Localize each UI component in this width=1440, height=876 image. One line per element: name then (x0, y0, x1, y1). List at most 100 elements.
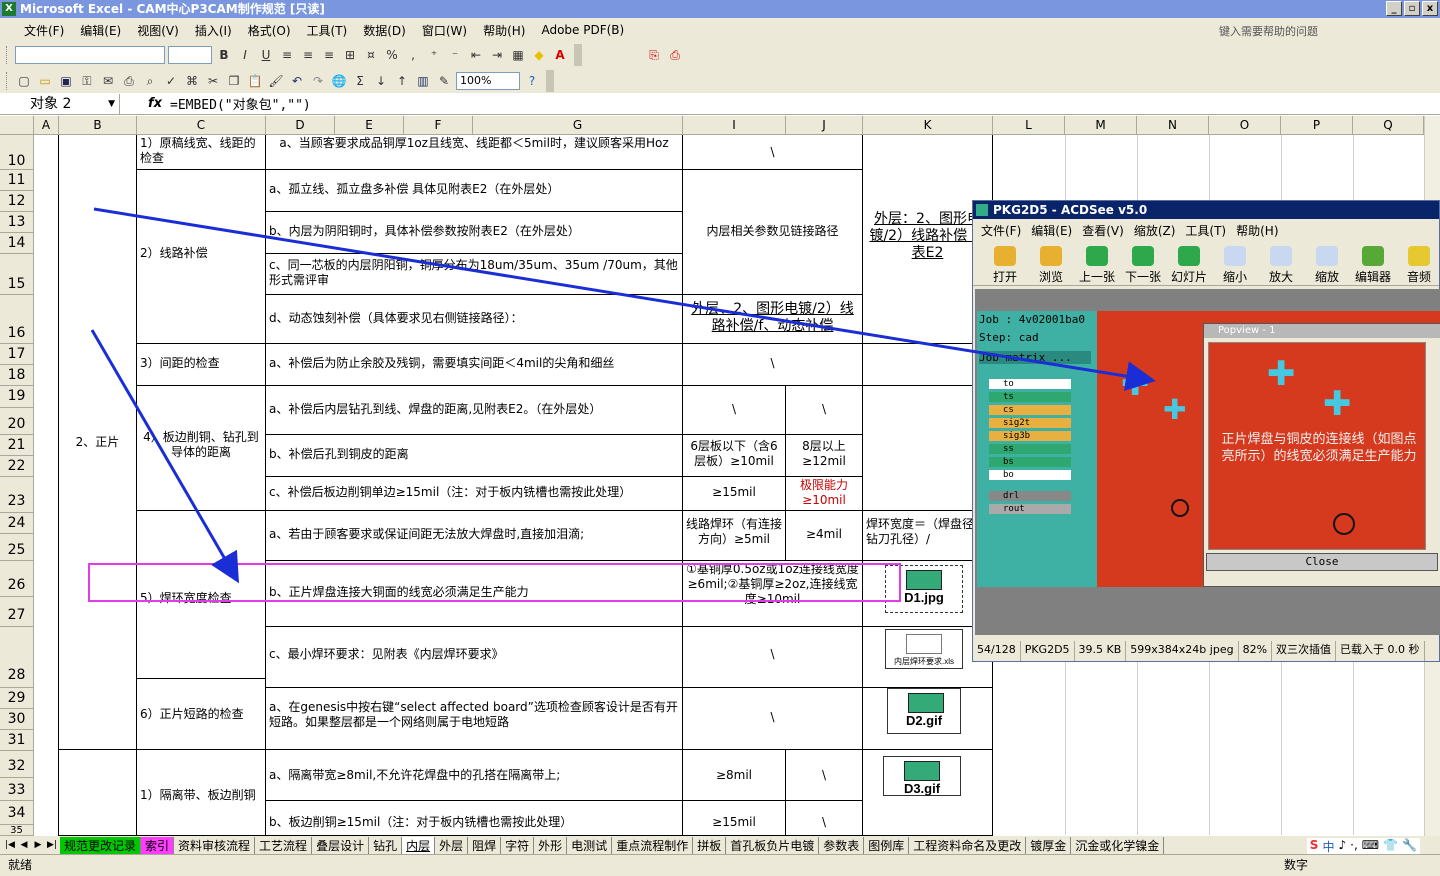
acdsee-menu-tools[interactable]: 工具(T) (1185, 222, 1226, 239)
cell-d19[interactable]: a、补偿后内层钻孔到线、焊盘的距离,见附表E2。（在外层处） (266, 386, 683, 435)
cell-d23[interactable]: c、补偿后板边削铜单边≥15mil（注：对于板内铣槽也需按此处理） (266, 477, 683, 511)
italic-icon[interactable]: I (236, 46, 254, 64)
name-box[interactable]: 对象 2 ▼ (0, 93, 120, 114)
email-icon[interactable]: ✉ (99, 72, 117, 90)
row-header[interactable]: 15 (0, 254, 34, 295)
acdsee-audio-button[interactable]: 音频 (1399, 246, 1439, 285)
acdsee-zoom-in-button[interactable]: 放大 (1261, 246, 1301, 285)
sheet-tab[interactable]: 首孔板负片电镀 (726, 836, 820, 854)
row-header[interactable]: 13 (0, 212, 34, 233)
copy-icon[interactable]: ❐ (225, 72, 243, 90)
col-header-i[interactable]: I (683, 116, 786, 135)
popview-window[interactable]: Popview - 1 ✚ ✚ 正片焊盘与铜皮的连接线（如图点亮所示）的线宽必须… (1203, 323, 1440, 587)
borders-icon[interactable]: ▦ (509, 46, 527, 64)
link-dynamic-comp[interactable]: 外层、2、图形电镀/2）线路补偿/f、动态补偿 (683, 295, 863, 344)
prev-sheet-icon[interactable]: ◀ (18, 840, 30, 850)
decrease-indent-icon[interactable]: ⇤ (467, 46, 485, 64)
new-icon[interactable]: ▢ (15, 72, 33, 90)
col-header-d[interactable]: D (266, 116, 335, 135)
acdsee-slideshow-button[interactable]: 幻灯片 (1169, 246, 1209, 285)
sheet-tab[interactable]: 电测试 (567, 836, 613, 854)
cell-d32[interactable]: a、隔离带宽≥8mil,不允许花焊盘中的孔搭在隔离带上; (266, 750, 683, 801)
sheet-tab[interactable]: 外形 (534, 836, 568, 854)
undo-icon[interactable]: ↶ (288, 72, 306, 90)
row-header[interactable]: 28 (0, 627, 34, 688)
cell-d21[interactable]: b、补偿后孔到铜皮的距离 (266, 435, 683, 477)
sheet-tab[interactable]: 索引 (141, 836, 175, 854)
cell-d17[interactable]: a、补偿后为防止余胶及残铜，需要填实间距＜4mil的尖角和细丝 (266, 344, 683, 386)
cell-j21[interactable]: 8层以上≥12mil (786, 435, 863, 477)
row-header[interactable]: 31 (0, 730, 34, 751)
col-header-l[interactable]: L (993, 116, 1065, 135)
cell-d15[interactable]: c、同一芯板的内层阴阳铜，铜厚分布为18um/35um、35um /70um，其… (266, 254, 683, 295)
select-all-corner[interactable] (0, 116, 34, 135)
cell-i23[interactable]: ≥15mil (683, 477, 786, 511)
cell-c32[interactable]: 1）隔离带、板边削铜 (137, 750, 266, 836)
menu-tools[interactable]: 工具(T) (301, 20, 354, 41)
merge-center-icon[interactable]: ⊞ (341, 46, 359, 64)
cell-i19[interactable]: \ (683, 386, 786, 435)
sheet-tab[interactable]: 工程资料命名及更改 (909, 836, 1027, 854)
cell-i24[interactable]: 线路焊环（有连接方向）≥5mil (683, 511, 786, 561)
cell-j32[interactable]: \ (786, 750, 863, 801)
row-header[interactable]: 29 (0, 688, 34, 709)
row-header[interactable]: 17 (0, 344, 34, 365)
col-header-f[interactable]: F (404, 116, 473, 135)
cell-j34[interactable]: \ (786, 801, 863, 836)
cell-i29[interactable]: \ (683, 688, 863, 750)
help-search-input[interactable]: 键入需要帮助的问题 (1214, 21, 1384, 39)
close-button[interactable]: x (1422, 1, 1438, 16)
row-header[interactable]: 16 (0, 295, 34, 344)
acdsee-zoom-out-button[interactable]: 缩小 (1215, 246, 1255, 285)
sogou-icon[interactable]: S (1310, 838, 1319, 855)
cell-i21[interactable]: 6层板以下（含6层板）≥10mil (683, 435, 786, 477)
acdsee-next-button[interactable]: 下一张 (1123, 246, 1163, 285)
row-header[interactable]: 25 (0, 534, 34, 561)
menu-edit[interactable]: 编辑(E) (74, 20, 127, 41)
ime-chinese-mode[interactable]: 中 (1322, 838, 1334, 855)
currency-icon[interactable]: ¤ (362, 46, 380, 64)
sheet-tab[interactable]: 沉金或化学镍金 (1071, 836, 1165, 854)
cell-c-line-comp[interactable]: 2）线路补偿 (137, 170, 266, 344)
decrease-decimal-icon[interactable]: ⁻ (446, 46, 464, 64)
col-header-k[interactable]: K (863, 116, 993, 135)
row-header[interactable]: 21 (0, 435, 34, 456)
formula-input[interactable]: =EMBED("对象包","") (170, 94, 311, 113)
research-icon[interactable]: ⌘ (183, 72, 201, 90)
sheet-tab[interactable]: 重点流程制作 (612, 836, 694, 854)
minimize-button[interactable]: _ (1386, 1, 1402, 16)
embedded-xls[interactable]: 内层焊环要求.xls (885, 629, 963, 669)
cell-d24[interactable]: a、若由于顾客要求或保证间距无法放大焊盘时,直接加泪滴; (266, 511, 683, 561)
next-sheet-icon[interactable]: ▶ (32, 840, 44, 850)
underline-icon[interactable]: U (257, 46, 275, 64)
row-header[interactable]: 27 (0, 597, 34, 627)
sheet-tab[interactable]: 拼板 (693, 836, 727, 854)
cell-d34[interactable]: b、板边削铜≥15mil（注：对于板内铣槽也需按此处理） (266, 801, 683, 836)
pdf-email-icon[interactable]: ⎙ (666, 46, 684, 64)
embedded-d3-gif[interactable]: D3.gif (883, 756, 961, 796)
col-header-p[interactable]: P (1281, 116, 1353, 135)
redo-icon[interactable]: ↷ (309, 72, 327, 90)
print-icon[interactable]: ⎙ (120, 72, 138, 90)
sheet-tab[interactable]: 规范更改记录 (60, 836, 142, 854)
cell-c29[interactable]: 6）正片短路的检查 (137, 679, 266, 750)
cell-c17[interactable]: 3）间距的检查 (137, 344, 266, 386)
font-name-combo[interactable] (15, 46, 165, 64)
menu-window[interactable]: 窗口(W) (416, 20, 473, 41)
col-header-o[interactable]: O (1209, 116, 1281, 135)
sheet-tab[interactable]: 参数表 (819, 836, 865, 854)
col-header-j[interactable]: J (786, 116, 863, 135)
first-sheet-icon[interactable]: |◀ (4, 840, 16, 850)
align-center-icon[interactable]: ≡ (299, 46, 317, 64)
cell-d28[interactable]: c、最小焊环要求：见附表《内层焊环要求》 (266, 627, 683, 688)
row-header[interactable]: 33 (0, 778, 34, 801)
row-header[interactable]: 20 (0, 408, 34, 435)
row-header[interactable]: 34 (0, 801, 34, 825)
sheet-tab[interactable]: 外层 (435, 836, 469, 854)
row-header[interactable]: 12 (0, 191, 34, 212)
cell-i32[interactable]: ≥8mil (683, 750, 786, 801)
fx-icon[interactable]: fx (120, 96, 170, 111)
menu-data[interactable]: 数据(D) (357, 20, 412, 41)
menu-format[interactable]: 格式(O) (242, 20, 297, 41)
hyperlink-icon[interactable]: 🌐 (330, 72, 348, 90)
